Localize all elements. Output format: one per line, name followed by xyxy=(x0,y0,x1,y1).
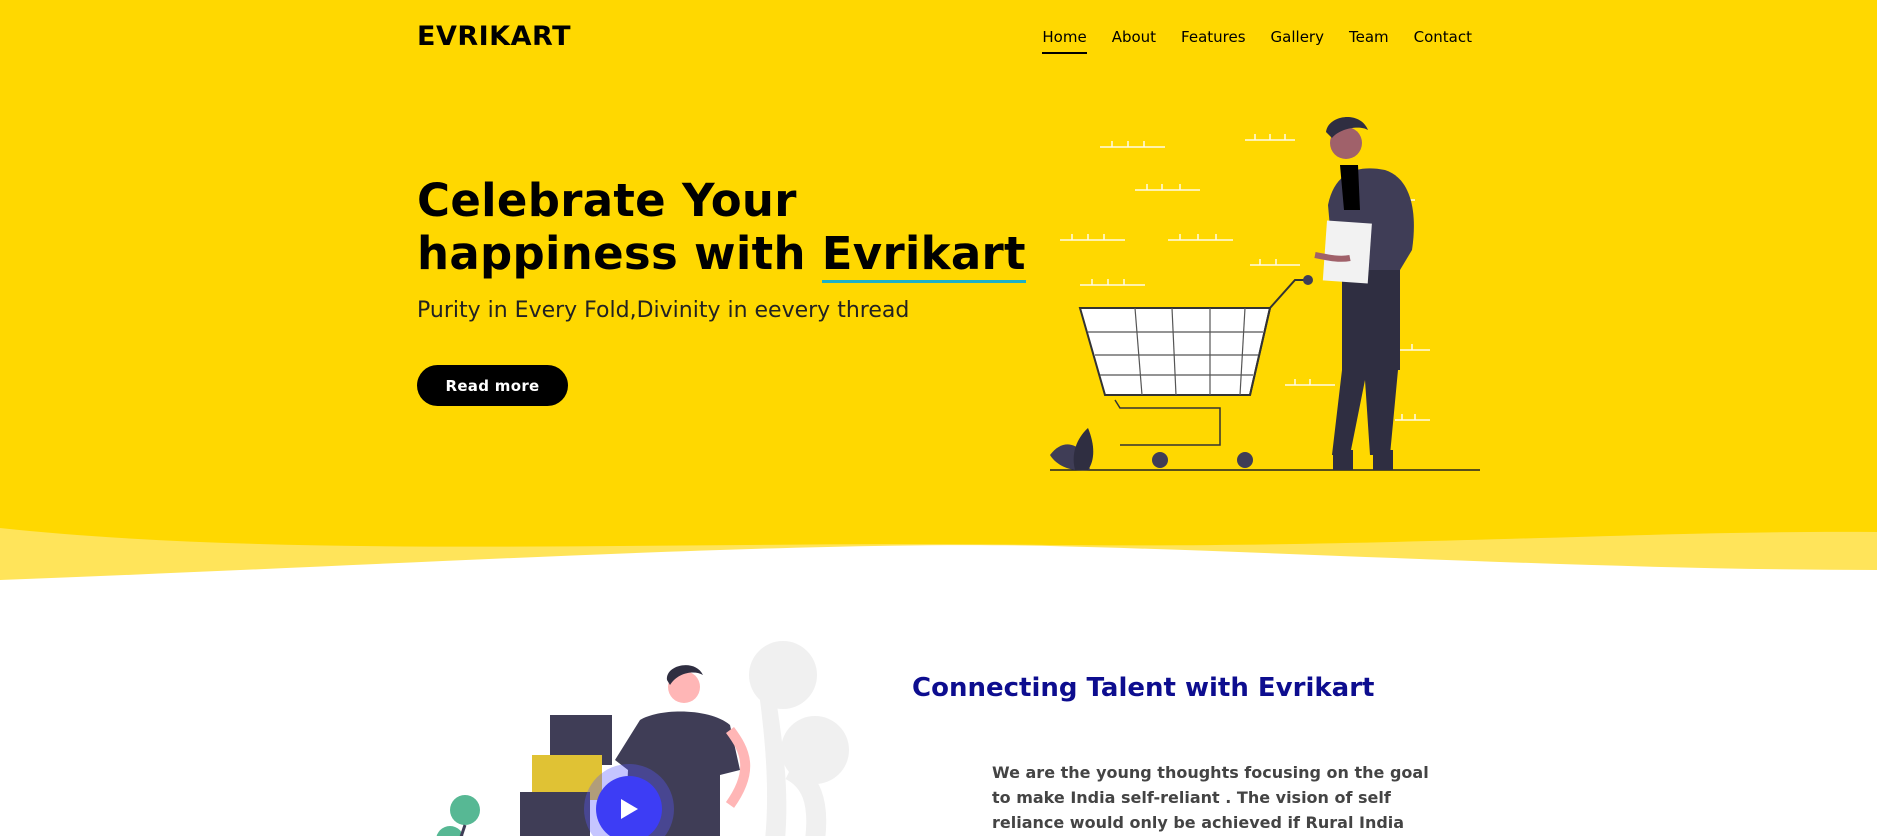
hero-title-highlight: Evrikart xyxy=(821,227,1026,283)
nav-item-gallery[interactable]: Gallery xyxy=(1271,28,1324,52)
hero-section: EVRIKART Home About Features Gallery Tea… xyxy=(0,0,1877,590)
hero-subtitle: Purity in Every Fold,Divinity in eevery … xyxy=(417,298,910,323)
nav-item-about[interactable]: About xyxy=(1112,28,1156,52)
nav-item-home[interactable]: Home xyxy=(1042,28,1087,54)
about-body-text: We are the young thoughts focusing on th… xyxy=(992,763,1429,832)
hero-title-line1: Celebrate Your xyxy=(417,174,797,227)
read-more-button[interactable]: Read more xyxy=(417,365,568,406)
play-icon xyxy=(621,799,638,819)
main-nav: Home About Features Gallery Team Contact xyxy=(1042,28,1472,54)
nav-item-team[interactable]: Team xyxy=(1349,28,1389,52)
hero-wave-divider xyxy=(0,528,1877,590)
hero-title-line2-prefix: happiness with xyxy=(417,227,822,280)
hero-title: Celebrate Your happiness with Evrikart xyxy=(417,174,1026,283)
brand-logo[interactable]: EVRIKART xyxy=(417,21,571,52)
about-section-title: Connecting Talent with Evrikart xyxy=(912,673,1375,703)
nav-item-contact[interactable]: Contact xyxy=(1414,28,1472,52)
play-video-button[interactable] xyxy=(596,776,662,836)
shopping-cart-person-illustration xyxy=(1050,117,1480,471)
nav-item-features[interactable]: Features xyxy=(1181,28,1246,52)
